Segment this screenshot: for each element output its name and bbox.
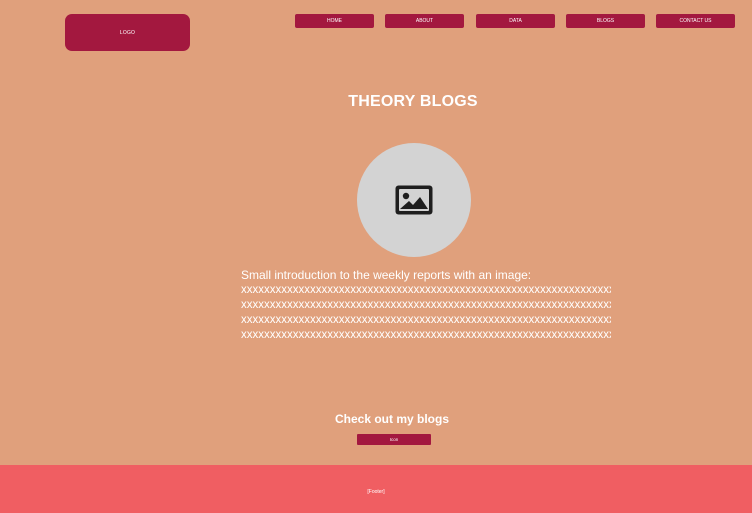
nav-data-button[interactable]: DATA bbox=[476, 14, 555, 28]
intro-line: xxxxxxxxxxxxxxxxxxxxxxxxxxxxxxxxxxxxxxxx… bbox=[241, 284, 611, 296]
cta-title: Check out my blogs bbox=[334, 412, 450, 426]
intro-lead: Small introduction to the weekly reports… bbox=[241, 268, 532, 282]
intro-line: xxxxxxxxxxxxxxxxxxxxxxxxxxxxxxxxxxxxxxxx… bbox=[241, 329, 611, 341]
blogs-icon-button[interactable]: Icon bbox=[357, 434, 431, 445]
nav-home-button[interactable]: HOME bbox=[295, 14, 374, 28]
image-placeholder-icon bbox=[395, 185, 433, 215]
intro-line: xxxxxxxxxxxxxxxxxxxxxxxxxxxxxxxxxxxxxxxx… bbox=[241, 299, 611, 311]
intro-text: Small introduction to the weekly reports… bbox=[241, 268, 611, 343]
nav-contact-us-button[interactable]: CONTACT US bbox=[656, 14, 735, 28]
footer: [Footer] bbox=[0, 465, 752, 513]
logo-label: LOGO bbox=[119, 29, 136, 36]
logo[interactable]: LOGO bbox=[65, 14, 190, 51]
nav-blogs-button[interactable]: BLOGS bbox=[566, 14, 645, 28]
footer-label: [Footer] bbox=[367, 489, 385, 495]
page-title: THEORY BLOGS bbox=[348, 93, 478, 110]
blogs-button-label: Icon bbox=[389, 437, 399, 442]
page: LOGO HOME ABOUT DATA BLOGS CONTACT US TH… bbox=[0, 0, 752, 513]
nav-about-button[interactable]: ABOUT bbox=[385, 14, 464, 28]
intro-line: xxxxxxxxxxxxxxxxxxxxxxxxxxxxxxxxxxxxxxxx… bbox=[241, 314, 611, 326]
image-placeholder bbox=[357, 143, 471, 257]
